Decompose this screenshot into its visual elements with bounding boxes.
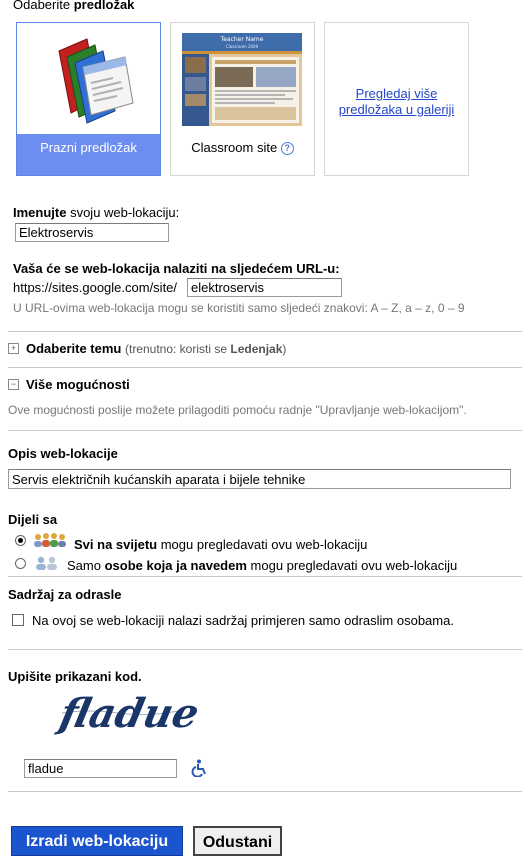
people-group-icon (34, 533, 66, 547)
share-public-radio[interactable] (15, 535, 26, 546)
share-private-label[interactable]: Samo osobe koja ja navedem mogu pregleda… (67, 558, 457, 573)
captcha-input[interactable] (24, 759, 177, 778)
adult-content-checkbox[interactable] (12, 614, 24, 626)
gallery-link[interactable]: Pregledaj više predložaka u galeriji (335, 86, 458, 118)
template-classroom[interactable]: Teacher Name Classroom 2009 Classroom si… (170, 22, 315, 176)
template-classroom-label: Classroom site (191, 140, 278, 155)
blank-template-icon (58, 38, 134, 124)
divider (8, 649, 522, 650)
template-blank[interactable]: Prazni predložak (16, 22, 161, 176)
captcha-image: fladue (48, 683, 208, 745)
cancel-button[interactable]: Odustani (193, 826, 282, 856)
divider (8, 367, 522, 368)
site-name-input[interactable] (15, 223, 169, 242)
site-name-label: Imenujte svoju web-lokaciju: (13, 205, 180, 220)
url-input[interactable] (187, 278, 342, 297)
adult-content-label: Sadržaj za odrasle (8, 587, 122, 602)
url-label: Vaša će se web-lokacija nalaziti na slje… (13, 261, 340, 276)
classroom-thumbnail: Teacher Name Classroom 2009 (182, 33, 302, 126)
template-gallery-box: Pregledaj više predložaka u galeriji (324, 22, 469, 176)
share-private-radio[interactable] (15, 558, 26, 569)
url-prefix: https://sites.google.com/site/ (13, 280, 178, 295)
description-input[interactable] (8, 469, 511, 489)
url-hint: U URL-ovima web-lokacija mogu se koristi… (13, 301, 465, 315)
divider (8, 331, 522, 332)
more-options-header[interactable]: Više mogućnosti (26, 377, 130, 392)
divider (8, 576, 522, 577)
accessibility-icon[interactable] (190, 759, 208, 777)
people-pair-icon (36, 556, 57, 570)
more-options-note: Ove mogućnosti poslije možete prilagodit… (8, 403, 467, 417)
share-public-label[interactable]: Svi na svijetu mogu pregledavati ovu web… (74, 537, 367, 552)
theme-section-header[interactable]: Odaberite temu (trenutno: koristi se Led… (26, 341, 286, 356)
adult-content-checkbox-label[interactable]: Na ovoj se web-lokaciji nalazi sadržaj p… (32, 613, 454, 628)
template-classroom-label-row: Classroom site ? (171, 140, 314, 155)
captcha-label: Upišite prikazani kod. (8, 669, 142, 684)
template-blank-label: Prazni predložak (40, 140, 137, 155)
svg-text:Classroom 2009: Classroom 2009 (226, 44, 259, 49)
divider (8, 791, 522, 792)
share-label: Dijeli sa (8, 512, 58, 527)
current-theme: Ledenjak (230, 342, 283, 356)
help-icon[interactable]: ? (280, 142, 294, 155)
section-title-template: Odaberite predložak (13, 0, 135, 12)
divider (8, 430, 522, 431)
collapse-icon[interactable]: − (8, 379, 19, 390)
create-site-button[interactable]: Izradi web-lokaciju (11, 826, 183, 856)
svg-text:Teacher Name: Teacher Name (220, 36, 264, 43)
svg-text:fladue: fladue (53, 689, 204, 736)
expand-icon[interactable]: + (8, 343, 19, 354)
description-label: Opis web-lokacije (8, 446, 118, 461)
